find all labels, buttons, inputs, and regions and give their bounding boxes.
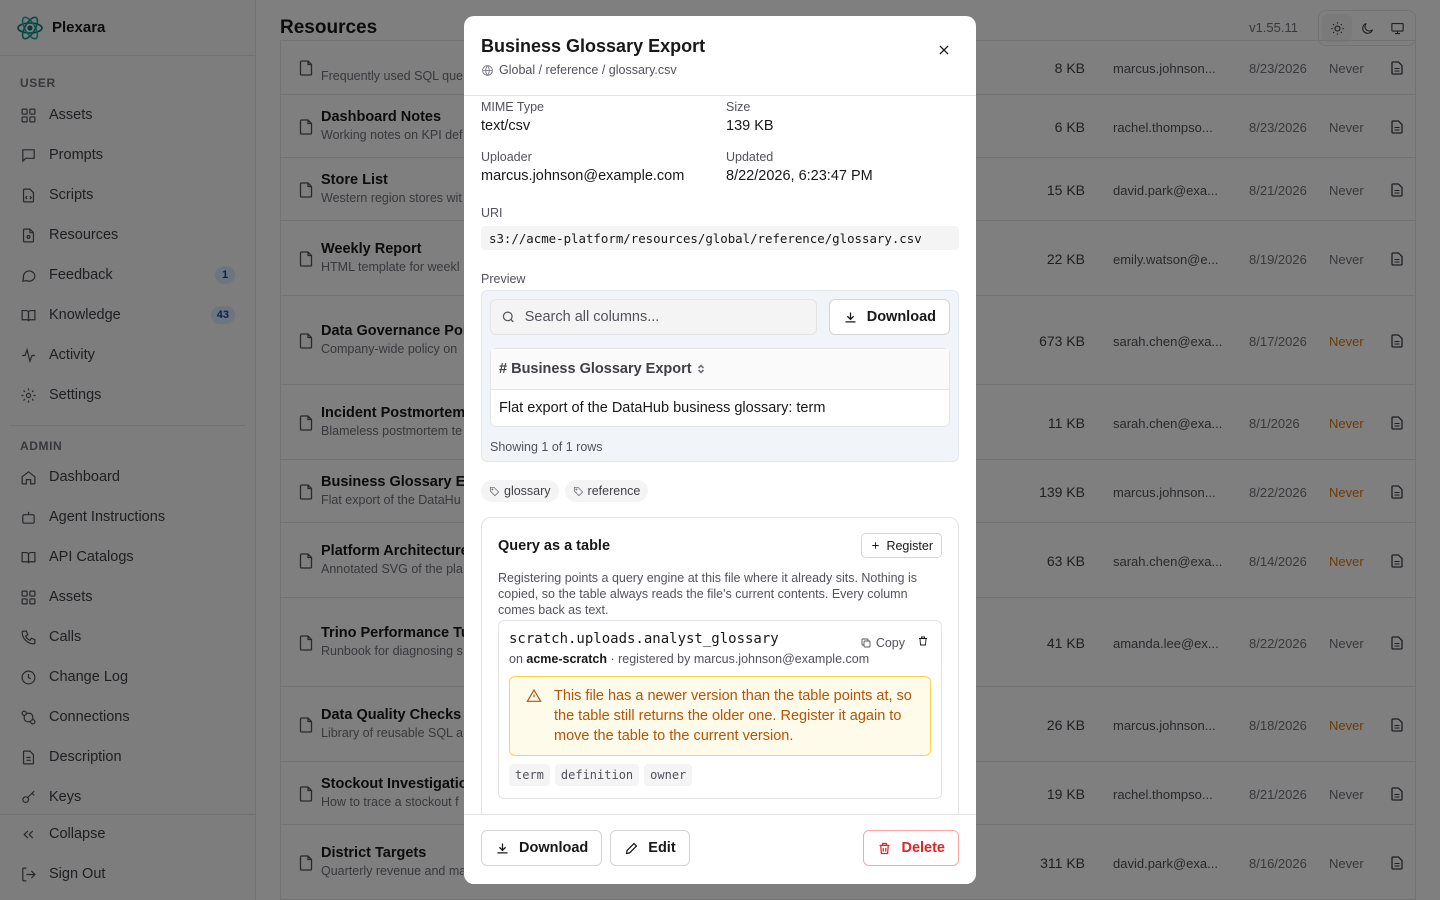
uploader-label: Uploader — [481, 150, 532, 164]
registered-by: · registered by marcus.johnson@example.c… — [610, 652, 870, 666]
copy-table-name-button[interactable]: Copy — [860, 636, 905, 650]
preview-download-button[interactable]: Download — [828, 299, 950, 335]
close-button[interactable] — [934, 40, 954, 60]
sort-icon — [697, 364, 704, 374]
mime-type-label: MIME Type — [481, 100, 544, 114]
trash-icon — [919, 636, 927, 646]
download-button[interactable]: Download — [481, 830, 603, 866]
uploader-value: marcus.johnson@example.com — [481, 168, 685, 184]
dialog-body[interactable]: MIME Type text/csv Size 139 KB Uploader … — [464, 96, 976, 814]
tag-icon — [489, 486, 500, 496]
copy-icon — [861, 638, 871, 647]
column-chip: definition — [554, 764, 640, 786]
size-field: Size 139 KB — [726, 100, 959, 134]
dialog-footer: Download Edit Delete — [464, 814, 976, 884]
globe-icon — [482, 64, 493, 76]
tag-label: reference — [587, 484, 641, 498]
tag-glossary[interactable]: glossary — [481, 480, 559, 502]
preview-row-count: Showing 1 of 1 rows — [490, 440, 603, 454]
download-icon — [497, 843, 508, 853]
preview-search — [490, 299, 817, 335]
delete-button[interactable]: Delete — [863, 830, 959, 866]
dialog-title: Business Glossary Export — [481, 36, 706, 56]
resource-path-text: Global / reference / glossary.csv — [499, 63, 677, 77]
column-chip: term — [509, 764, 550, 786]
register-label: Register — [886, 538, 933, 553]
updated-value: 8/22/2026, 6:23:47 PM — [726, 168, 873, 184]
query-as-table-card: Query as a table Register Registering po… — [481, 517, 959, 814]
registered-table: scratch.uploads.analyst_glossary on acme… — [498, 620, 942, 799]
updated-label: Updated — [726, 150, 774, 164]
trash-icon — [879, 842, 890, 854]
plus-icon — [872, 542, 880, 549]
warning-triangle-icon — [526, 688, 542, 702]
download-label: Download — [866, 309, 936, 325]
column-header-label: # Business Glossary Export — [499, 361, 692, 377]
preview-search-input[interactable] — [524, 309, 806, 325]
pencil-icon — [625, 842, 638, 854]
size-value: 139 KB — [726, 118, 774, 134]
column-chip: owner — [644, 764, 693, 786]
engine-name: acme-scratch — [526, 652, 607, 666]
column-list: term definition owner — [509, 764, 931, 786]
uploader-field: Uploader marcus.johnson@example.com — [481, 150, 726, 184]
download-icon — [845, 312, 856, 322]
delete-label: Delete — [901, 840, 945, 856]
delete-registration-button[interactable] — [917, 635, 929, 650]
edit-label: Edit — [648, 840, 676, 856]
stale-version-warning: This file has a newer version than the t… — [509, 676, 931, 756]
download-label: Download — [519, 840, 589, 856]
tag-list: glossary reference — [481, 480, 959, 502]
preview-table: # Business Glossary Export Flat export o… — [490, 348, 950, 427]
uri-value: s3://acme-platform/resources/global/refe… — [481, 226, 959, 250]
query-card-title: Query as a table — [498, 537, 611, 554]
preview-column-header[interactable]: # Business Glossary Export — [491, 349, 949, 390]
register-button[interactable]: Register — [861, 533, 942, 558]
uri-label: URI — [481, 206, 503, 220]
query-card-description: Registering points a query engine at thi… — [498, 571, 917, 617]
on-label: on — [509, 652, 523, 666]
size-label: Size — [726, 100, 751, 114]
metadata-grid: MIME Type text/csv Size 139 KB Uploader … — [481, 100, 959, 184]
preview-panel: Download # Business Glossary Export Flat… — [481, 290, 959, 462]
edit-button[interactable]: Edit — [610, 830, 690, 866]
resource-detail-dialog: Business Glossary Export Global / refere… — [464, 16, 976, 884]
registered-table-meta: on acme-scratch · registered by marcus.j… — [509, 651, 931, 667]
close-icon — [939, 45, 949, 55]
tag-reference[interactable]: reference — [564, 480, 649, 502]
mime-type-field: MIME Type text/csv — [481, 100, 726, 134]
preview-label: Preview — [481, 272, 526, 286]
mime-type-value: text/csv — [481, 118, 531, 134]
tag-label: glossary — [504, 484, 551, 498]
resource-path: Global / reference / glossary.csv — [481, 63, 959, 77]
search-icon — [502, 311, 514, 323]
tag-icon — [573, 486, 583, 496]
copy-label: Copy — [875, 635, 905, 650]
preview-cell: Flat export of the DataHub business glos… — [499, 400, 826, 416]
dialog-header: Business Glossary Export Global / refere… — [464, 16, 976, 96]
warning-text: This file has a newer version than the t… — [554, 688, 912, 744]
updated-field: Updated 8/22/2026, 6:23:47 PM — [726, 150, 959, 184]
